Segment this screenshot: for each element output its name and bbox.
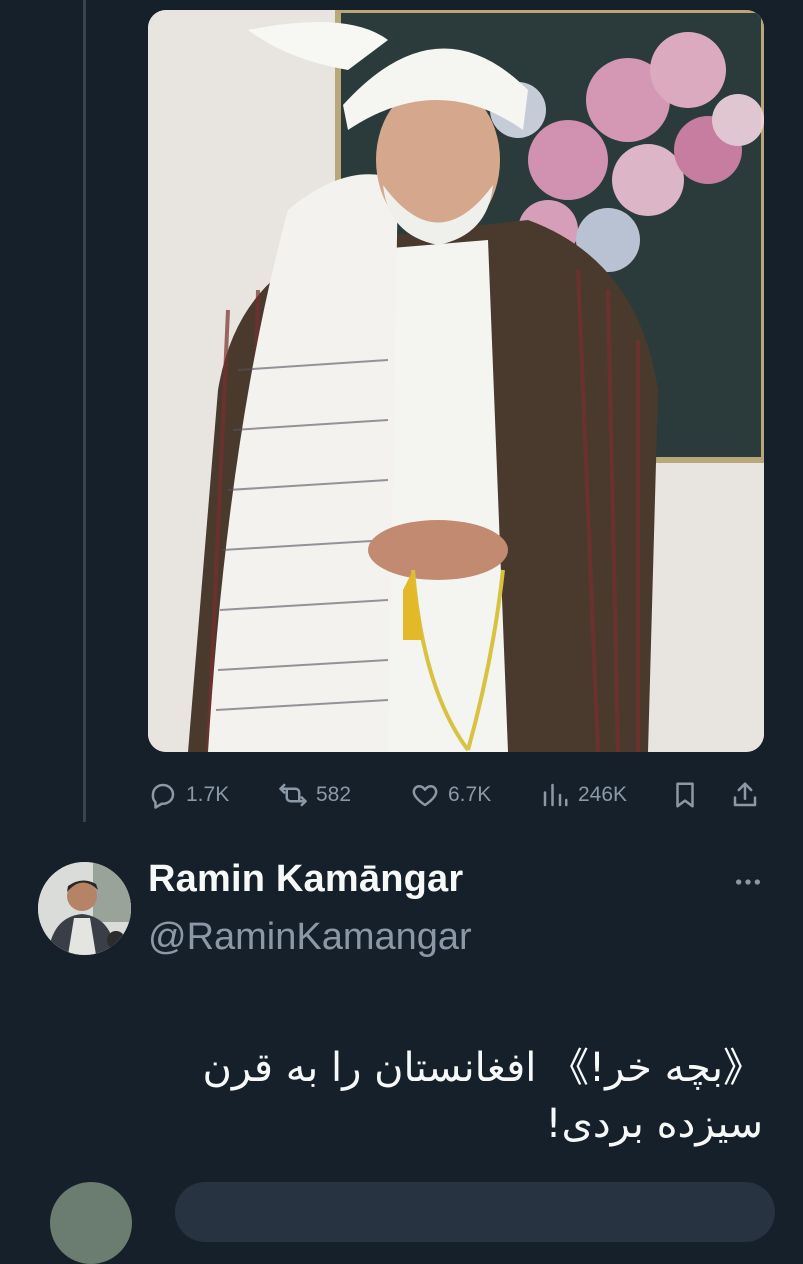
bookmark-icon (676, 782, 694, 808)
tweet-action-bar: 1.7K 582 6.7K 246K (148, 772, 764, 818)
retweet-count: 582 (316, 783, 352, 806)
reply-count: 1.7K (186, 783, 230, 806)
views-icon (543, 783, 568, 807)
composer-avatar (50, 1182, 132, 1264)
photo-illustration (148, 10, 764, 752)
share-icon (733, 782, 757, 807)
reply-text: 《بچه خر!》 افغانستان را به قرن سیزده بردی… (202, 1045, 763, 1147)
more-options-button[interactable] (726, 862, 770, 902)
bookmark-button[interactable] (670, 780, 700, 810)
tweet-media-photo[interactable] (148, 10, 764, 752)
reply-button[interactable]: 1.7K (148, 780, 229, 810)
heart-icon (412, 785, 438, 807)
like-count: 6.7K (448, 783, 492, 806)
avatar-photo (38, 862, 131, 955)
avatar[interactable] (38, 862, 131, 955)
view-count: 246K (578, 783, 628, 806)
reply-icon (151, 783, 175, 809)
more-icon (736, 879, 760, 885)
thread-connector-line (83, 0, 86, 822)
retweet-icon (279, 783, 307, 807)
like-button[interactable]: 6.7K (410, 780, 491, 810)
share-button[interactable] (730, 780, 760, 810)
reply-handle[interactable]: @RaminKamangar (148, 916, 472, 959)
reply-display-name[interactable]: Ramin Kamāngar (148, 858, 463, 901)
reply-composer-input[interactable] (175, 1182, 775, 1242)
retweet-button[interactable]: 582 (278, 780, 351, 810)
views-button[interactable]: 246K (540, 780, 627, 810)
